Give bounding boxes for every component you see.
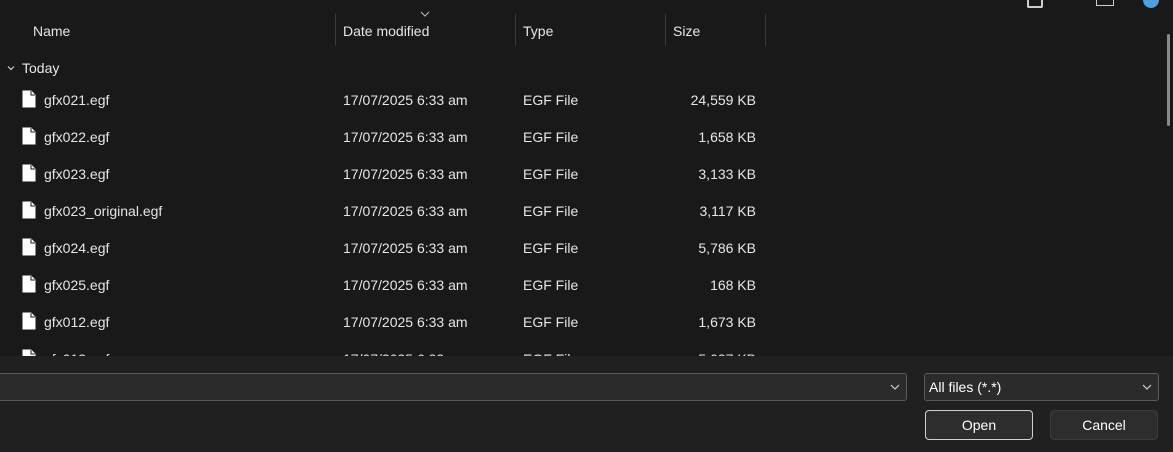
file-row[interactable]: gfx023_original.egf 17/07/2025 6:33 am EGF… [0,193,1173,230]
file-name: gfx023.egf [44,166,110,182]
column-date-modified[interactable]: Date modified [343,12,429,46]
file-type: EGF File [523,166,579,182]
column-divider[interactable] [515,14,516,46]
file-row[interactable]: gfx023.egf 17/07/2025 6:33 am EGF File 3,13… [0,156,1173,193]
file-icon [22,201,36,219]
file-date-modified: 17/07/2025 6:33 am [343,277,468,293]
help-icon[interactable] [1143,0,1159,8]
file-date-modified: 17/07/2025 6:33 am [343,92,468,108]
vertical-scrollbar[interactable] [1167,34,1170,126]
column-size[interactable]: Size [673,12,700,46]
file-name: gfx012.egf [44,314,110,330]
file-icon [22,312,36,330]
column-type[interactable]: Type [523,12,553,46]
file-date-modified: 17/07/2025 6:33 am [343,314,468,330]
file-type: EGF File [523,314,579,330]
file-type-filter-value: All files (*.*) [929,379,1002,395]
file-date-modified: 17/07/2025 6:33 am [343,129,468,145]
file-size: 5,786 KB [698,240,756,256]
column-divider[interactable] [335,14,336,46]
file-name: gfx023_original.egf [44,203,163,219]
file-name: gfx021.egf [44,92,110,108]
column-header: Name Date modified Type Size [0,11,1173,46]
file-row[interactable]: gfx024.egf 17/07/2025 6:33 am EGF File 5,78… [0,230,1173,267]
toolbar-strip [0,0,1173,12]
file-size: 3,117 KB [699,203,756,219]
file-type: EGF File [523,129,579,145]
cancel-button[interactable]: Cancel [1050,410,1158,440]
file-type: EGF File [523,240,579,256]
file-size: 168 KB [710,277,756,293]
file-icon [22,275,36,293]
file-size: 1,658 KB [698,129,756,145]
view-icon[interactable] [1027,0,1043,8]
file-row[interactable]: gfx021.egf 17/07/2025 6:33 am EGF File 24,5… [0,82,1173,119]
file-size: 24,559 KB [690,92,756,108]
chevron-down-icon[interactable] [890,382,900,392]
file-date-modified: 17/07/2025 6:33 am [343,240,468,256]
file-row[interactable]: gfx025.egf 17/07/2025 6:33 am EGF File 168 … [0,267,1173,304]
open-button[interactable]: Open [925,410,1033,440]
file-type: EGF File [523,92,579,108]
column-divider[interactable] [765,14,766,46]
file-icon [22,164,36,182]
file-name: gfx024.egf [44,240,110,256]
group-label: Today [22,60,60,76]
column-divider[interactable] [665,14,666,46]
chevron-down-icon[interactable] [7,64,15,72]
file-size: 1,673 KB [698,314,756,330]
column-name[interactable]: Name [33,12,70,46]
file-type: EGF File [523,277,579,293]
file-icon [22,127,36,145]
file-name-combobox[interactable] [0,373,907,401]
file-icon [22,238,36,256]
file-row[interactable]: gfx022.egf 17/07/2025 6:33 am EGF File 1,65… [0,119,1173,156]
file-type: EGF File [523,203,579,219]
chevron-down-icon[interactable] [1142,382,1152,392]
file-date-modified: 17/07/2025 6:33 am [343,203,468,219]
file-size: 3,133 KB [698,166,756,182]
file-date-modified: 17/07/2025 6:33 am [343,166,468,182]
file-name: gfx022.egf [44,129,110,145]
file-type-filter[interactable]: All files (*.*) [924,373,1159,401]
dialog-footer: All files (*.*) Open Cancel [0,356,1173,452]
file-name: gfx025.egf [44,277,110,293]
file-row[interactable]: gfx012.egf 17/07/2025 6:33 am EGF File 1,67… [0,304,1173,341]
file-icon [22,90,36,108]
preview-pane-icon[interactable] [1096,0,1114,6]
